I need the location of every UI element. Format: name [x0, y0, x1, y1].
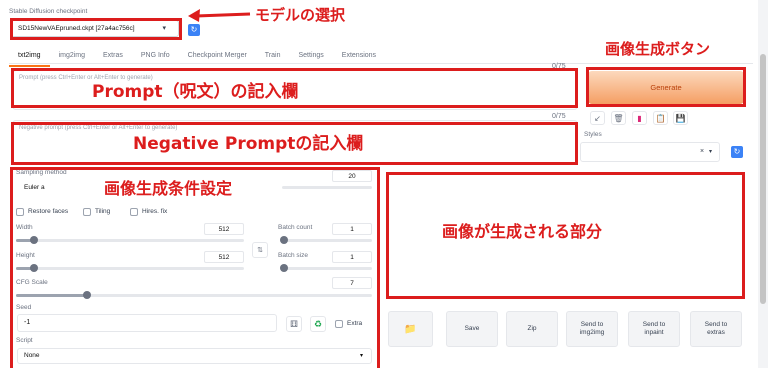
save-icon: 💾 [675, 114, 686, 123]
refresh-styles-button[interactable]: ↻ [731, 146, 743, 158]
extra-networks-button[interactable]: ▮ [632, 111, 647, 125]
card-icon: ▮ [637, 114, 642, 123]
negative-prompt-token-counter: 0/75 [552, 113, 566, 120]
refresh-icon: ↻ [190, 25, 198, 34]
arrow-icon: ↙ [594, 114, 601, 123]
annotation-output: 画像が生成される部分 [442, 222, 603, 241]
apply-style-button[interactable]: 📋 [653, 111, 668, 125]
clipboard-icon: 📋 [655, 114, 666, 123]
clear-styles-icon[interactable]: × [700, 148, 704, 155]
refresh-checkpoint-button[interactable]: ↻ [188, 24, 200, 36]
annotation-params: 画像生成条件設定 [104, 179, 233, 198]
annotation-negative-prompt: Negative Promptの記入欄 [133, 134, 364, 154]
tab-extras[interactable]: Extras [94, 50, 132, 67]
refresh-icon: ↻ [733, 147, 741, 156]
tab-train[interactable]: Train [256, 50, 290, 67]
annotation-generate: 画像生成ボタン [605, 40, 711, 58]
tab-png-info[interactable]: PNG Info [132, 50, 179, 67]
annotation-model-select: モデルの選択 [255, 6, 346, 24]
send-to-img2img-button[interactable]: Send to img2img [566, 311, 618, 347]
trash-icon: 🗑 [613, 114, 624, 123]
tab-settings[interactable]: Settings [290, 50, 333, 67]
open-folder-button[interactable]: 📁 [388, 311, 433, 347]
webui-page: Stable Diffusion checkpoint SD15NewVAEpr… [0, 0, 768, 368]
read-params-button[interactable]: ↙ [590, 111, 605, 125]
zip-button[interactable]: Zip [506, 311, 558, 347]
folder-icon: 📁 [404, 323, 417, 335]
save-button[interactable]: Save [446, 311, 498, 347]
styles-label: Styles [584, 131, 602, 138]
highlight-generate [586, 67, 746, 107]
send-to-extras-button[interactable]: Send to extras [690, 311, 742, 347]
tab-img2img[interactable]: img2img [50, 50, 94, 67]
tabs-divider [9, 63, 753, 64]
tab-checkpoint-merger[interactable]: Checkpoint Merger [179, 50, 256, 67]
styles-select[interactable]: × ▾ [580, 142, 720, 162]
checkpoint-label: Stable Diffusion checkpoint [9, 8, 88, 15]
tab-bar: txt2img img2img Extras PNG Info Checkpoi… [9, 50, 385, 67]
scrollbar-thumb[interactable] [760, 54, 766, 304]
arrow-icon [188, 9, 251, 22]
tab-txt2img[interactable]: txt2img [9, 50, 50, 67]
highlight-checkpoint [10, 18, 182, 40]
annotation-prompt: Prompt（呪文）の記入欄 [92, 82, 299, 102]
save-style-button[interactable]: 💾 [673, 111, 688, 125]
tab-extensions[interactable]: Extensions [333, 50, 385, 67]
send-to-inpaint-button[interactable]: Send to inpaint [628, 311, 680, 347]
clear-prompt-button[interactable]: 🗑 [611, 111, 626, 125]
chevron-down-icon: ▾ [709, 149, 713, 155]
